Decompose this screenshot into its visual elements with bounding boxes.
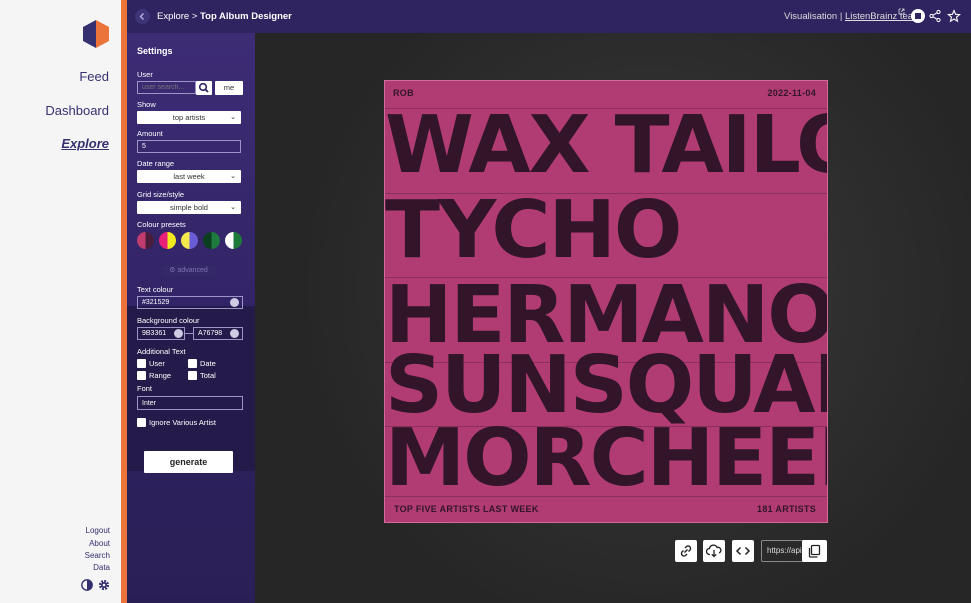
checkbox-total[interactable] [188, 371, 197, 380]
grid-style-value: simple bold [170, 203, 208, 212]
grid-style-label: Grid size/style [137, 190, 185, 199]
checkbox-range-label: Range [149, 371, 172, 380]
font-input[interactable] [137, 396, 243, 410]
me-button[interactable]: me [215, 81, 243, 95]
text-colour-input[interactable] [137, 296, 243, 309]
ignore-various-label: Ignore Various Artist [149, 418, 216, 427]
left-navigation: Feed Dashboard Explore Logout About Sear… [0, 0, 121, 603]
pencil-icon[interactable] [174, 329, 183, 338]
search-icon [198, 82, 209, 93]
amount-label: Amount [137, 129, 163, 138]
gradient-connector [185, 333, 193, 334]
album-footer-right: 181 ARTISTS [757, 504, 816, 514]
chevron-down-icon: ⌄ [230, 114, 236, 121]
colour-presets-label: Colour presets [137, 220, 186, 229]
listenbrainz-team-link[interactable]: ListenBrainz team [845, 11, 921, 22]
external-link-icon [898, 8, 905, 15]
checkbox-ignore-various[interactable] [137, 418, 146, 427]
listenbrainz-logo[interactable] [83, 20, 109, 48]
date-range-select[interactable]: last week ⌄ [137, 170, 241, 183]
top-header: Explore > Top Album Designer Visualisati… [127, 0, 971, 33]
settings-gear-icon[interactable] [98, 579, 110, 591]
advanced-toggle[interactable]: ⚙ advanced [160, 265, 217, 276]
checkbox-total-label: Total [200, 371, 216, 380]
download-button[interactable] [703, 540, 725, 562]
amount-input[interactable] [137, 140, 241, 153]
nav-dashboard[interactable]: Dashboard [45, 103, 109, 118]
footer-data[interactable]: Data [93, 563, 110, 572]
user-search-input[interactable] [137, 81, 196, 94]
star-icon[interactable] [947, 9, 961, 23]
breadcrumb-current: Top Album Designer [200, 11, 292, 22]
footer-logout[interactable]: Logout [86, 526, 110, 535]
chevron-down-icon: ⌄ [230, 173, 236, 180]
checkbox-date[interactable] [188, 359, 197, 368]
breadcrumb-parent[interactable]: Explore > [157, 11, 197, 22]
chevron-down-icon: ⌄ [230, 204, 236, 211]
album-artist-5: MORCHEEBA [385, 412, 827, 504]
user-label: User [137, 70, 153, 79]
back-button[interactable] [135, 9, 150, 24]
colour-preset-5[interactable] [225, 232, 242, 249]
grid-style-select[interactable]: simple bold ⌄ [137, 201, 241, 214]
nav-feed[interactable]: Feed [79, 69, 109, 84]
theme-toggle-icon[interactable] [81, 579, 93, 591]
divider [385, 496, 827, 497]
colour-preset-3[interactable] [181, 232, 198, 249]
album-user: ROB [393, 88, 414, 98]
code-icon [735, 546, 751, 556]
generate-button[interactable]: generate [144, 451, 233, 473]
font-label: Font [137, 384, 153, 393]
user-search-button[interactable] [196, 81, 212, 95]
checkbox-range[interactable] [137, 371, 146, 380]
album-date: 2022-11-04 [767, 88, 816, 98]
credits-prefix: Visualisation | [784, 11, 843, 22]
background-colour-label: Background colour [137, 316, 200, 325]
colour-preset-2[interactable] [159, 232, 176, 249]
footer-search[interactable]: Search [85, 551, 110, 560]
album-footer-left: TOP FIVE ARTISTS LAST WEEK [394, 504, 539, 514]
copy-url-button[interactable] [802, 540, 827, 562]
album-artist-2: TYCHO [385, 184, 682, 276]
copy-link-button[interactable] [675, 540, 697, 562]
breadcrumb: Explore > Top Album Designer [157, 11, 292, 22]
cloud-download-icon [705, 544, 722, 558]
colour-preset-1[interactable] [137, 232, 154, 249]
date-range-value: last week [173, 172, 205, 181]
additional-text-label: Additional Text [137, 347, 186, 356]
colour-preset-4[interactable] [203, 232, 220, 249]
show-select[interactable]: top artists ⌄ [137, 111, 241, 124]
pencil-icon[interactable] [230, 298, 239, 307]
share-url-field[interactable]: https://api.listenbrainz.org [761, 540, 806, 562]
checkbox-user[interactable] [137, 359, 146, 368]
stop-icon[interactable] [911, 9, 925, 23]
checkbox-user-label: User [149, 359, 165, 368]
text-colour-label: Text colour [137, 285, 174, 294]
footer-about[interactable]: About [89, 539, 110, 548]
show-select-value: top artists [172, 113, 206, 122]
share-icon[interactable] [928, 9, 942, 23]
date-range-label: Date range [137, 159, 175, 168]
advanced-label: advanced [177, 267, 208, 274]
nav-explore[interactable]: Explore [61, 136, 109, 151]
chevron-left-icon [139, 13, 144, 20]
album-artist-1: WAX TAILOR [385, 99, 827, 191]
copy-icon [808, 544, 821, 558]
settings-panel: Settings User me Show top artists ⌄ Amou… [127, 33, 255, 603]
show-label: Show [137, 100, 156, 109]
pencil-icon[interactable] [230, 329, 239, 338]
embed-code-button[interactable] [732, 540, 754, 562]
checkbox-date-label: Date [200, 359, 216, 368]
settings-title: Settings [137, 46, 173, 56]
link-icon [680, 545, 692, 557]
album-preview: ROB 2022-11-04 WAX TAILOR TYCHO HERMANOS… [384, 80, 828, 523]
